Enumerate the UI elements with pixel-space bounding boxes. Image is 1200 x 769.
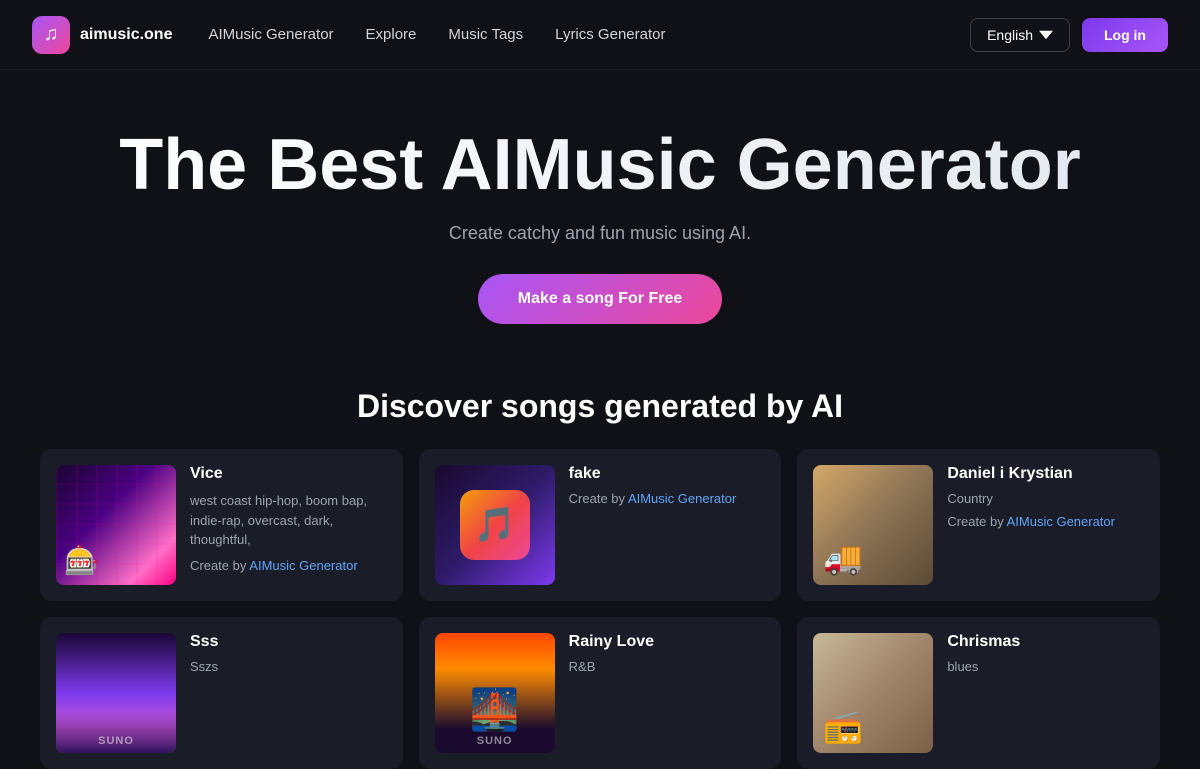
- song-desc-vice: west coast hip-hop, boom bap, indie-rap,…: [190, 491, 387, 550]
- discover-section: Discover songs generated by AI Vice west…: [0, 364, 1200, 769]
- creator-link-vice[interactable]: AIMusic Generator: [249, 558, 357, 573]
- creator-link-fake[interactable]: AIMusic Generator: [628, 491, 736, 506]
- create-by-vice: Create by AIMusic Generator: [190, 558, 387, 573]
- nav-link-musictags[interactable]: Music Tags: [448, 26, 523, 43]
- song-genre-sss: Sszs: [190, 659, 387, 674]
- login-button[interactable]: Log in: [1082, 18, 1168, 52]
- suno-label-rainy: SUNO: [477, 735, 513, 747]
- navbar: ♫ aimusic.one AIMusic Generator Explore …: [0, 0, 1200, 70]
- song-card-vice[interactable]: Vice west coast hip-hop, boom bap, indie…: [40, 449, 403, 601]
- nav-right: English Log in: [970, 18, 1168, 52]
- discover-heading: Discover songs generated by AI: [40, 388, 1160, 425]
- fake-inner-icon: 🎵: [460, 490, 530, 560]
- song-title-daniel: Daniel i Krystian: [947, 465, 1144, 483]
- logo[interactable]: ♫ aimusic.one: [32, 16, 172, 54]
- language-button[interactable]: English: [970, 18, 1070, 52]
- nav-links: AIMusic Generator Explore Music Tags Lyr…: [208, 26, 970, 43]
- nav-link-explore[interactable]: Explore: [366, 26, 417, 43]
- nav-link-lyrics[interactable]: Lyrics Generator: [555, 26, 665, 43]
- song-genre-daniel: Country: [947, 491, 1144, 506]
- song-thumb-sss: SUNO: [56, 633, 176, 753]
- song-card-fake[interactable]: 🎵 fake Create by AIMusic Generator: [419, 449, 782, 601]
- song-info-rainy: Rainy Love R&B: [569, 633, 766, 682]
- song-grid: Vice west coast hip-hop, boom bap, indie…: [40, 449, 1160, 769]
- create-by-daniel: Create by AIMusic Generator: [947, 514, 1144, 529]
- song-genre-chrismas: blues: [947, 659, 1144, 674]
- song-title-vice: Vice: [190, 465, 387, 483]
- logo-icon: ♫: [32, 16, 70, 54]
- song-title-rainy: Rainy Love: [569, 633, 766, 651]
- suno-label-sss: SUNO: [98, 735, 134, 747]
- song-thumb-chrismas: [813, 633, 933, 753]
- hero-section: The Best AIMusic Generator Create catchy…: [0, 70, 1200, 364]
- song-info-daniel: Daniel i Krystian Country Create by AIMu…: [947, 465, 1144, 529]
- song-info-vice: Vice west coast hip-hop, boom bap, indie…: [190, 465, 387, 573]
- hero-title: The Best AIMusic Generator: [20, 126, 1180, 205]
- nav-link-aimusic[interactable]: AIMusic Generator: [208, 26, 333, 43]
- song-card-sss[interactable]: SUNO Sss Sszs: [40, 617, 403, 769]
- language-label: English: [987, 27, 1033, 43]
- chevron-down-icon: [1039, 28, 1053, 42]
- song-card-rainy[interactable]: SUNO Rainy Love R&B: [419, 617, 782, 769]
- creator-link-daniel[interactable]: AIMusic Generator: [1007, 514, 1115, 529]
- song-thumb-fake: 🎵: [435, 465, 555, 585]
- song-info-chrismas: Chrismas blues: [947, 633, 1144, 682]
- song-title-chrismas: Chrismas: [947, 633, 1144, 651]
- cta-button[interactable]: Make a song For Free: [478, 274, 723, 324]
- create-by-fake: Create by AIMusic Generator: [569, 491, 766, 506]
- song-title-fake: fake: [569, 465, 766, 483]
- song-thumb-daniel: [813, 465, 933, 585]
- song-genre-rainy: R&B: [569, 659, 766, 674]
- song-info-sss: Sss Sszs: [190, 633, 387, 682]
- song-card-daniel[interactable]: Daniel i Krystian Country Create by AIMu…: [797, 449, 1160, 601]
- logo-text: aimusic.one: [80, 26, 172, 44]
- hero-subtitle: Create catchy and fun music using AI.: [20, 223, 1180, 244]
- song-thumb-rainy: SUNO: [435, 633, 555, 753]
- song-thumb-vice: [56, 465, 176, 585]
- song-card-chrismas[interactable]: Chrismas blues: [797, 617, 1160, 769]
- song-title-sss: Sss: [190, 633, 387, 651]
- song-info-fake: fake Create by AIMusic Generator: [569, 465, 766, 506]
